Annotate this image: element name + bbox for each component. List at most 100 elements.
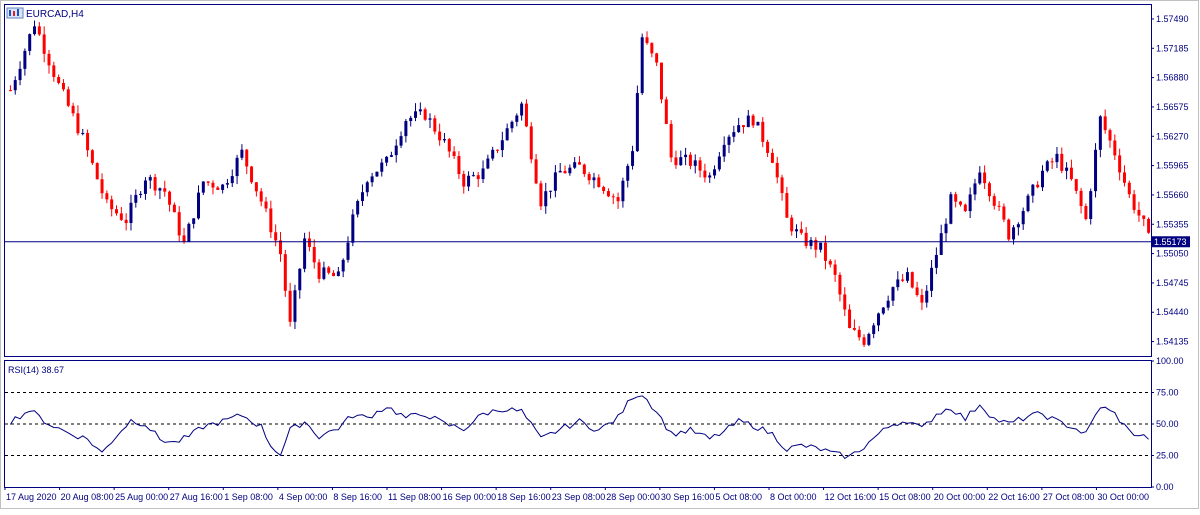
candle [930,259,934,298]
candle [221,183,225,194]
time-tick-label: 1 Sep 08:00 [224,492,273,502]
time-tick-label: 8 Sep 16:00 [333,492,382,502]
candle [1132,190,1136,214]
candle [573,157,577,169]
candle [1050,157,1054,170]
candle [447,137,451,158]
candle [606,188,610,198]
candle [336,266,340,277]
candle [201,181,205,196]
candle [814,237,818,258]
candle [389,151,393,158]
candle [741,125,745,134]
candle [288,282,292,327]
candle [785,186,789,218]
time-axis: 17 Aug 2020 20 Aug 08:00 25 Aug 00:00 27 Au… [4,487,1149,502]
candle [225,178,229,189]
candle [481,160,485,183]
candle [698,157,702,178]
candle [708,172,712,183]
candle [418,102,422,115]
rsi-title-label: RSI(14) 38.67 [8,365,64,375]
candle [235,154,239,185]
candle [602,185,606,194]
candle [1113,134,1117,161]
candle [790,214,794,236]
candle [645,31,649,45]
candle [8,85,12,92]
candle [746,109,750,128]
candle [852,319,856,331]
candle [23,48,27,76]
candle [968,187,972,219]
time-tick-label: 18 Sep 16:00 [497,492,551,502]
candle [1098,115,1102,158]
candle [496,149,500,154]
candle [727,134,731,154]
candle [693,154,697,174]
candle [510,120,514,133]
candle [298,268,302,299]
price-tick-label: 1.55965 [1156,161,1189,171]
candle [688,152,692,170]
candle [95,162,99,180]
candle [766,139,770,158]
rsi-tick-label: 0.00 [1156,482,1174,492]
candle [819,242,823,253]
candle [578,156,581,165]
candle [274,224,278,247]
candle [409,115,413,127]
candle [983,165,987,189]
candle [737,117,741,133]
chart-window: 1.57490 1.57185 1.56880 1.56575 1.56270 1.559… [0,0,1200,510]
candle [809,237,813,250]
candle [780,174,784,201]
candle [81,128,85,136]
candle [823,235,827,270]
time-tick-label: 28 Sep 00:00 [606,492,660,502]
candle [119,206,123,222]
candle [115,205,119,216]
candle [973,178,977,201]
candle [761,116,765,148]
candle [500,131,504,158]
candle [158,187,162,200]
candle [283,249,287,297]
candle [795,224,799,238]
candle [100,173,104,199]
time-tick-label: 5 Oct 08:00 [715,492,762,502]
candle [259,188,263,207]
candle [963,203,967,213]
candle [520,101,524,121]
price-tick-label: 1.54135 [1156,337,1189,347]
candle [278,232,282,262]
candle [476,171,480,188]
candle [799,221,803,235]
candle [90,149,94,165]
candle [558,162,562,173]
candle [939,224,943,256]
rsi-tick-label: 100.00 [1156,356,1184,366]
candle [838,272,842,302]
candle [1118,148,1122,181]
candle [52,61,56,82]
candle [717,152,721,172]
candle [1108,128,1112,148]
candle [61,79,65,92]
candle [1065,162,1069,180]
candle [399,131,403,149]
candle [471,171,475,177]
candle [187,222,191,243]
candle [37,22,41,37]
candle [848,304,852,329]
candle [954,191,958,208]
candle [148,174,152,189]
candle [1007,218,1011,241]
candle [197,185,200,220]
candle [42,26,46,63]
candle [949,191,953,225]
candle [539,180,543,210]
candle [153,173,157,196]
chart-canvas[interactable]: 1.57490 1.57185 1.56880 1.56575 1.56270 1.559… [0,0,1200,510]
candle [172,202,176,213]
